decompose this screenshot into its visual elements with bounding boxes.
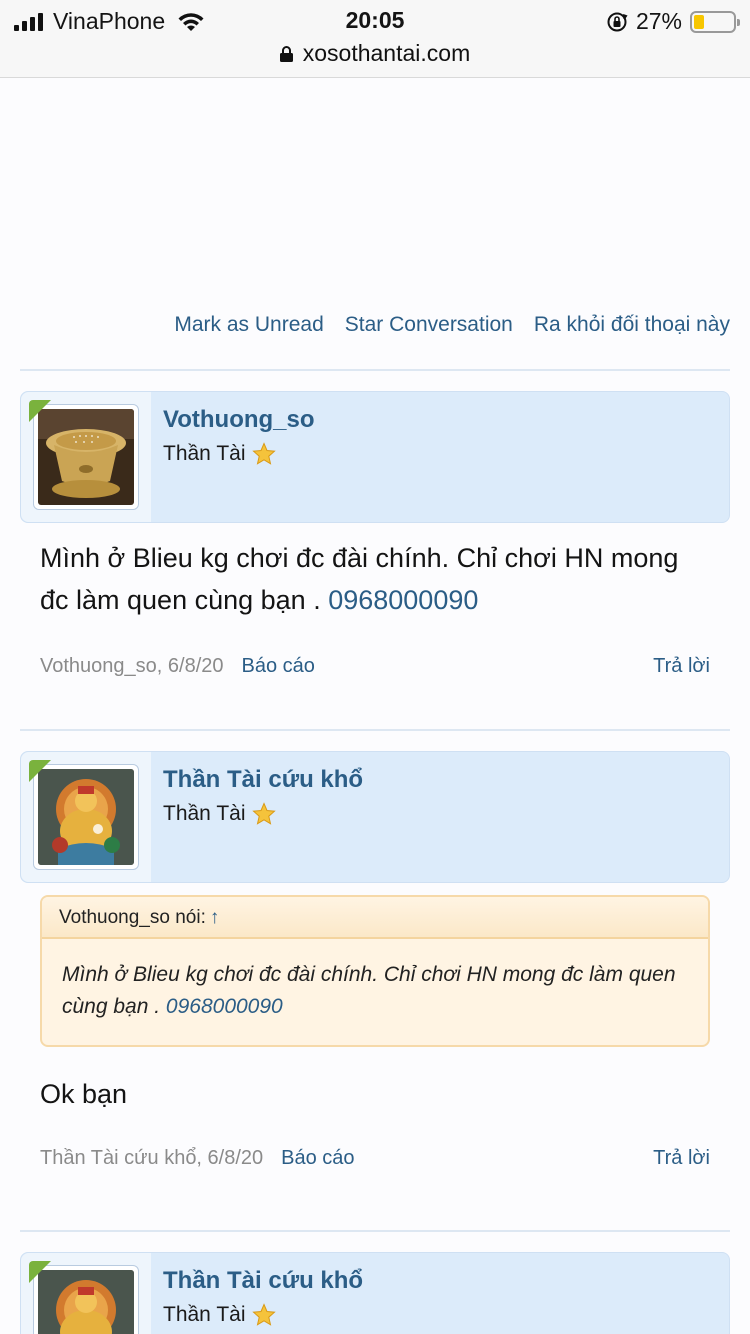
report-link[interactable]: Báo cáo	[242, 655, 315, 677]
star-icon	[251, 1303, 276, 1326]
author-date-text[interactable]: Vothuong_so, 6/8/20	[40, 655, 224, 677]
quote-header: Vothuong_so nói: ↑	[42, 897, 708, 939]
user-title-text: Thần Tài	[163, 802, 246, 825]
user-title: Thần Tài	[163, 1303, 276, 1327]
url-text: xosothantai.com	[302, 40, 471, 66]
message-meta: Thần Tài cứu khổ, 6/8/20 Báo cáo Trả lời	[20, 1139, 730, 1179]
quote-body: Mình ở Blieu kg chơi đc đài chính. Chỉ c…	[42, 939, 708, 1045]
message-user-info: Thần Tài cứu khổ Thần Tài	[20, 751, 730, 883]
reply-link[interactable]: Trả lời	[653, 655, 710, 678]
online-indicator-icon	[29, 760, 51, 782]
divider	[20, 729, 730, 731]
divider	[20, 1230, 730, 1232]
mark-unread-link[interactable]: Mark as Unread	[174, 313, 323, 337]
reply-link[interactable]: Trả lời	[653, 1147, 710, 1170]
message: Vothuong_so Thần Tài Mình ở Blieu kg chơ…	[20, 391, 730, 687]
username-link[interactable]: Thần Tài cứu khổ	[163, 766, 363, 794]
message-body: Mình ở Blieu kg chơi đc đài chính. Chỉ c…	[40, 537, 710, 621]
online-indicator-icon	[29, 400, 51, 422]
padlock-icon	[279, 46, 293, 62]
battery-percent: 27%	[635, 8, 682, 34]
buddha-painting-avatar-image	[38, 1270, 134, 1334]
message: Thần Tài cứu khổ Thần Tài Vothuong_so nó…	[20, 751, 730, 1179]
message-user-info: Thần Tài cứu khổ Thần Tài	[20, 1252, 730, 1334]
message-text: Ok bạn	[40, 1079, 128, 1109]
author-date-text[interactable]: Thần Tài cứu khổ, 6/8/20	[40, 1147, 263, 1169]
avatar-column	[21, 392, 151, 522]
quote-block: Vothuong_so nói: ↑ Mình ở Blieu kg chơi đ…	[40, 895, 710, 1047]
quote-text: Mình ở Blieu kg chơi đc đài chính. Chỉ c…	[62, 963, 676, 1018]
message: Thần Tài cứu khổ Thần Tài	[20, 1252, 730, 1334]
user-title: Thần Tài	[163, 802, 276, 826]
message-author-date: Vothuong_so, 6/8/20 Báo cáo	[40, 655, 315, 678]
user-title-text: Thần Tài	[163, 1303, 246, 1326]
quote-author: Vothuong_so nói:	[59, 907, 206, 928]
report-link[interactable]: Báo cáo	[281, 1147, 354, 1169]
quote-phone-link[interactable]: 0968000090	[166, 995, 283, 1018]
avatar-column	[21, 1253, 151, 1334]
star-icon	[251, 802, 276, 825]
status-bar: VinaPhone 20:05 27% xosothantai.com	[0, 0, 750, 78]
jump-to-quote-arrow-icon[interactable]: ↑	[210, 907, 220, 928]
rotation-lock-icon	[607, 12, 628, 31]
buddha-painting-avatar-image	[38, 769, 134, 865]
message-author-date: Thần Tài cứu khổ, 6/8/20 Báo cáo	[40, 1147, 355, 1170]
message-user-info: Vothuong_so Thần Tài	[20, 391, 730, 523]
avatar-column	[21, 752, 151, 882]
star-conversation-link[interactable]: Star Conversation	[345, 313, 513, 337]
leave-conversation-link[interactable]: Ra khỏi đối thoại này	[534, 313, 730, 337]
coffee-filter-avatar-image	[38, 409, 134, 505]
star-icon	[251, 442, 276, 465]
user-title: Thần Tài	[163, 442, 276, 466]
online-indicator-icon	[29, 1261, 51, 1283]
username-link[interactable]: Thần Tài cứu khổ	[163, 1267, 363, 1295]
username-link[interactable]: Vothuong_so	[163, 406, 315, 434]
message-body: Ok bạn	[40, 1073, 710, 1115]
address-bar[interactable]: xosothantai.com	[0, 40, 750, 67]
message-meta: Vothuong_so, 6/8/20 Báo cáo Trả lời	[20, 647, 730, 687]
conversation-actions: Mark as Unread Star Conversation Ra khỏi…	[174, 313, 730, 337]
divider	[20, 369, 730, 371]
battery-icon	[690, 10, 740, 33]
status-right: 27%	[606, 8, 740, 35]
phone-link[interactable]: 0968000090	[328, 585, 478, 615]
user-title-text: Thần Tài	[163, 442, 246, 465]
